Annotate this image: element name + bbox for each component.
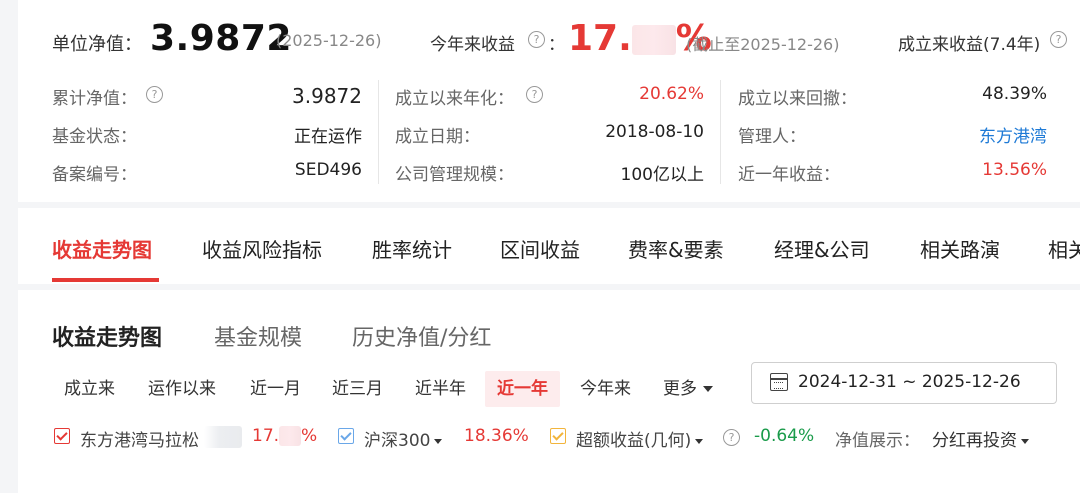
since-inception-label: 成立来收益(7.4年): [898, 35, 1041, 55]
subtab-fund-size[interactable]: 基金规模: [214, 320, 302, 352]
range-3-months[interactable]: 近三月: [332, 371, 383, 407]
manager-link[interactable]: 东方港湾: [979, 122, 1047, 147]
record-number-value: SED496: [294, 160, 362, 180]
excess-series-dropdown[interactable]: 超额收益(几何): [576, 426, 704, 451]
range-1-year[interactable]: 近一年: [485, 371, 560, 407]
help-icon[interactable]: ?: [526, 86, 543, 103]
record-number-label: 备案编号：: [52, 165, 137, 185]
nav-display-value: 分红再投资: [932, 431, 1017, 451]
fund-series-name: 东方港湾马拉松: [80, 431, 199, 451]
index-series-dropdown[interactable]: 沪深300: [364, 426, 443, 451]
annualized-value: 20.62%: [639, 84, 704, 104]
one-year-return-value: 13.56%: [982, 160, 1047, 180]
range-more-label: 更多: [663, 379, 697, 399]
range-ytd[interactable]: 今年来: [580, 371, 631, 407]
chart-panel: 收益走势图 基金规模 历史净值/分红 成立来 运作以来 近一月 近三月 近半年 …: [18, 290, 1080, 493]
max-drawdown-label: 成立以来回撤：: [738, 89, 857, 109]
tab-related[interactable]: 相关: [1048, 234, 1080, 263]
ytd-asof: (截止至2025-12-26): [686, 35, 840, 54]
cumulative-nav-value: 3.9872: [292, 84, 362, 108]
fund-status-label: 基金状态：: [52, 127, 137, 147]
help-icon[interactable]: ?: [146, 86, 163, 103]
max-drawdown-value: 48.39%: [982, 84, 1047, 104]
nav-label: 单位净值：: [52, 34, 142, 55]
active-tab-indicator: [52, 278, 159, 282]
fund-series-checkbox[interactable]: [54, 428, 70, 444]
tab-period-return[interactable]: 区间收益: [500, 234, 580, 263]
tab-roadshow[interactable]: 相关路演: [920, 234, 1000, 263]
company-aum-value: 100亿以上: [620, 165, 704, 185]
tab-win-rate[interactable]: 胜率统计: [372, 234, 452, 263]
fund-summary-panel: 单位净值： 3.9872 (2025-12-26) 今年来收益 ? ： 17.%…: [18, 0, 1080, 202]
inception-date-label: 成立日期：: [395, 127, 480, 147]
date-range-picker[interactable]: 2024-12-31 ~ 2025-12-26: [751, 362, 1057, 404]
tab-manager-company[interactable]: 经理&公司: [774, 234, 870, 263]
date-range-text: 2024-12-31 ~ 2025-12-26: [798, 372, 1021, 392]
nav-date: (2025-12-26): [276, 31, 382, 50]
index-series-checkbox[interactable]: [338, 428, 354, 444]
index-series-name: 沪深300: [364, 431, 431, 451]
tab-risk-metrics[interactable]: 收益风险指标: [202, 234, 322, 263]
fund-status-value: 正在运作: [294, 127, 362, 147]
inception-date-value: 2018-08-10: [605, 122, 704, 142]
nav-value: 3.9872: [150, 18, 292, 59]
fund-series-value: 17.%: [252, 426, 318, 446]
manager-label: 管理人：: [738, 127, 806, 147]
tab-fees[interactable]: 费率&要素: [628, 234, 724, 263]
subtab-nav-history[interactable]: 历史净值/分红: [352, 320, 491, 352]
calendar-icon: [770, 373, 788, 391]
range-since-operation[interactable]: 运作以来: [148, 371, 216, 407]
main-tab-bar: 收益走势图 收益风险指标 胜率统计 区间收益 费率&要素 经理&公司 相关路演 …: [18, 208, 1080, 284]
help-icon[interactable]: ?: [528, 31, 545, 48]
redacted-mask: [204, 426, 242, 448]
chevron-down-icon: [695, 438, 704, 444]
index-series-value: 18.36%: [464, 426, 529, 446]
one-year-return-label: 近一年收益：: [738, 165, 840, 185]
redacted-mask: [631, 25, 676, 55]
help-icon[interactable]: ?: [1050, 31, 1067, 48]
chevron-down-icon: [434, 438, 443, 444]
excess-series-name: 超额收益(几何): [576, 431, 692, 451]
column-divider: [720, 80, 721, 184]
cumulative-nav-label: 累计净值：: [52, 89, 137, 109]
excess-series-value: -0.64%: [754, 426, 815, 446]
subtab-return-trend[interactable]: 收益走势图: [52, 320, 162, 352]
chevron-down-icon: [1021, 438, 1029, 444]
help-icon[interactable]: ?: [723, 429, 740, 446]
redacted-mask: [279, 426, 302, 446]
range-more-dropdown[interactable]: 更多: [663, 371, 713, 407]
range-since-inception[interactable]: 成立来: [64, 371, 115, 407]
ytd-colon: ：: [548, 35, 565, 55]
chevron-down-icon: [703, 386, 713, 392]
column-divider: [378, 80, 379, 184]
nav-display-label: 净值展示：: [835, 431, 920, 451]
tab-return-trend[interactable]: 收益走势图: [52, 234, 152, 263]
annualized-label: 成立以来年化：: [395, 89, 514, 109]
company-aum-label: 公司管理规模：: [395, 165, 514, 185]
nav-display-dropdown[interactable]: 分红再投资: [932, 426, 1029, 451]
ytd-label: 今年来收益: [430, 35, 515, 55]
range-6-months[interactable]: 近半年: [415, 371, 466, 407]
range-1-month[interactable]: 近一月: [250, 371, 301, 407]
excess-series-checkbox[interactable]: [550, 428, 566, 444]
